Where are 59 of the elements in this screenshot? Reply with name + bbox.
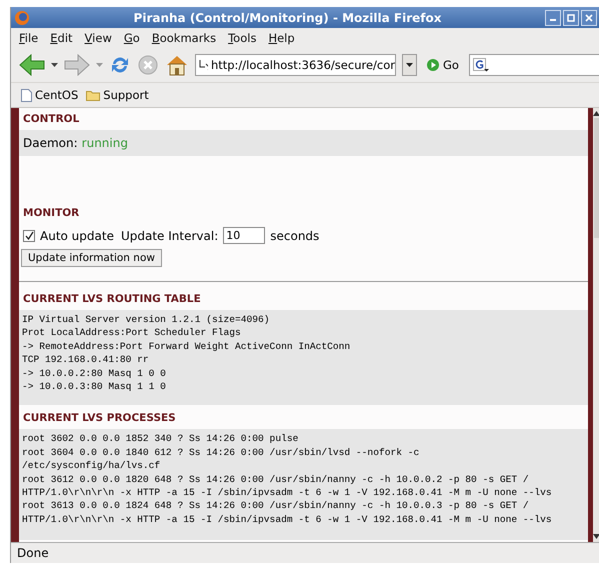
url-field[interactable]: http://localhost:3636/secure/cor xyxy=(195,54,396,76)
output-line: -> RemoteAddress:Port Forward Weight ActiveConn InActConn xyxy=(22,340,352,354)
output-line: -> 10.0.0.2:80 Masq 1 0 0 xyxy=(22,366,167,380)
unit-label: seconds xyxy=(270,228,320,242)
output-line: /etc/sysconfig/ha/lvs.cf xyxy=(22,459,162,473)
status-text: Done xyxy=(17,546,49,560)
forward-arrow-icon[interactable] xyxy=(64,54,90,76)
output-line: root 3604 0.0 0.0 1840 612 ? Ss 14:26 0:00 /usr/sbin/lvsd --nofork -c xyxy=(22,446,420,460)
menu-item[interactable]: Bookmarks xyxy=(152,31,216,45)
menu-item[interactable]: Edit xyxy=(50,31,73,45)
url-dropdown-button[interactable] xyxy=(402,54,417,76)
close-icon xyxy=(585,14,593,22)
daemon-status: running xyxy=(82,136,128,150)
menu-item[interactable]: Help xyxy=(268,31,295,45)
close-button[interactable] xyxy=(581,10,597,26)
bookmark-item[interactable]: Support xyxy=(86,88,149,102)
search-field[interactable] xyxy=(468,54,599,76)
output-line: root 3602 0.0 0.0 1852 340 ? Ss 14:26 0:00 pulse xyxy=(22,432,300,446)
menu-item[interactable]: Go xyxy=(124,31,140,45)
scrollbar[interactable] xyxy=(593,108,599,542)
daemon-label: Daemon: xyxy=(23,136,78,150)
minimize-icon xyxy=(550,19,556,21)
back-arrow-icon[interactable] xyxy=(19,54,45,76)
output-line: root 3613 0.0 0.0 1824 648 ? Ss 14:26 0:00 /usr/sbin/nanny -c -h 10.0.0.3 -p 80 -s GET / xyxy=(22,499,530,513)
globe-icon xyxy=(14,10,30,26)
interval-label: Update Interval: xyxy=(120,228,218,242)
section-heading: CURRENT LVS PROCESSES xyxy=(22,411,177,426)
home-icon[interactable] xyxy=(165,54,189,76)
scroll-up-icon[interactable] xyxy=(593,110,599,116)
maximize-icon xyxy=(567,14,575,22)
update-button[interactable]: Update information now xyxy=(21,249,162,267)
go-button[interactable]: Go xyxy=(423,58,463,72)
bookmark-item[interactable]: CentOS xyxy=(21,88,78,102)
scroll-down-icon[interactable] xyxy=(593,534,599,540)
menu-item[interactable]: View xyxy=(84,31,112,45)
window-title: Piranha (Control/Monitoring) - Mozilla Firefox xyxy=(132,10,442,24)
section-heading: CONTROL xyxy=(22,112,80,127)
output-line: -> 10.0.0.3:80 Masq 1 1 0 xyxy=(22,380,167,394)
folder-icon xyxy=(86,90,100,100)
page-icon xyxy=(21,88,32,102)
output-line: Prot LocalAddress:Port Scheduler Flags xyxy=(22,326,242,340)
output-line: HTTP/1.0\r\n\r\n -x HTTP -a 15 -I /sbin/ipvsadm -t 6 -w 1 -V 192.168.0.41 -M m -U none --lvs xyxy=(22,512,553,526)
interval-input[interactable]: 10 xyxy=(223,227,266,244)
output-line: HTTP/1.0\r\n\r\n -x HTTP -a 15 -I /sbin/ipvsadm -t 6 -w 1 -V 192.168.0.41 -M m -U none --lvs xyxy=(22,486,553,500)
output-line: root 3612 0.0 0.0 1820 648 ? Ss 14:26 0:00 /usr/sbin/nanny -c -h 10.0.0.2 -p 80 -s GET / xyxy=(22,472,530,486)
checkbox-label: Auto update xyxy=(40,228,114,242)
maximize-button[interactable] xyxy=(563,10,579,26)
output-line: TCP 192.168.0.41:80 rr xyxy=(22,353,150,367)
dropdown-caret-icon[interactable] xyxy=(51,62,58,68)
section-heading: MONITOR xyxy=(22,206,80,221)
menu-item[interactable]: Tools xyxy=(228,31,256,45)
output-line: IP Virtual Server version 1.2.1 (size=4096) xyxy=(22,313,271,326)
menu-item[interactable]: File xyxy=(19,31,38,45)
auto-update-checkbox[interactable] xyxy=(23,230,35,242)
minimize-button[interactable] xyxy=(545,10,561,26)
search-engine-icon[interactable] xyxy=(472,58,489,72)
section-heading: CURRENT LVS ROUTING TABLE xyxy=(22,292,202,307)
caret-icon xyxy=(406,62,413,68)
stop-icon[interactable] xyxy=(137,54,159,76)
